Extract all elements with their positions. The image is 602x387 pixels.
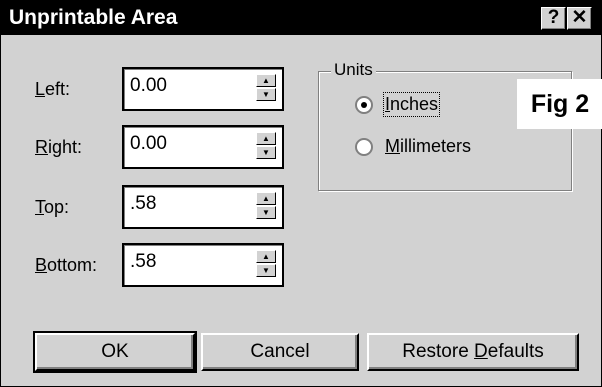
- inches-label[interactable]: Inches: [382, 92, 441, 117]
- left-stepper[interactable]: 0.00 ▲ ▼: [122, 67, 284, 111]
- cancel-button[interactable]: Cancel: [201, 333, 359, 371]
- spin-up-arrow-icon[interactable]: ▲: [256, 192, 276, 205]
- units-legend: Units: [331, 60, 376, 80]
- millimeters-label[interactable]: Millimeters: [385, 136, 471, 157]
- top-label: Top:: [35, 197, 70, 217]
- radio-selected-dot-icon: [361, 102, 367, 108]
- millimeters-radio[interactable]: [355, 138, 373, 156]
- inches-radio[interactable]: [355, 96, 373, 114]
- spin-down-arrow-icon[interactable]: ▼: [256, 88, 276, 101]
- spin-up-arrow-icon[interactable]: ▲: [256, 132, 276, 145]
- top-stepper[interactable]: .58 ▲ ▼: [122, 185, 284, 229]
- spin-up-arrow-icon[interactable]: ▲: [256, 74, 276, 87]
- left-label: Left:: [35, 79, 71, 99]
- right-value[interactable]: 0.00: [130, 133, 167, 155]
- spin-up-arrow-icon[interactable]: ▲: [256, 250, 276, 263]
- top-value[interactable]: .58: [130, 193, 156, 215]
- restore-defaults-button[interactable]: Restore Defaults: [367, 333, 579, 371]
- bottom-value[interactable]: .58: [130, 251, 156, 273]
- window-title: Unprintable Area: [9, 6, 178, 29]
- spin-down-arrow-icon[interactable]: ▼: [256, 264, 276, 277]
- title-bar: Unprintable Area ? ✕: [1, 1, 601, 35]
- unprintable-area-dialog: Unprintable Area ? ✕ Left: 0.00 ▲ ▼ Righ…: [0, 0, 602, 387]
- right-stepper[interactable]: 0.00 ▲ ▼: [122, 125, 284, 169]
- close-button[interactable]: ✕: [567, 7, 592, 30]
- spin-down-arrow-icon[interactable]: ▼: [256, 206, 276, 219]
- bottom-label: Bottom:: [35, 255, 98, 275]
- bottom-stepper[interactable]: .58 ▲ ▼: [122, 243, 284, 287]
- ok-button[interactable]: OK: [33, 331, 197, 373]
- spin-down-arrow-icon[interactable]: ▼: [256, 146, 276, 159]
- right-label: Right:: [35, 137, 83, 157]
- left-value[interactable]: 0.00: [130, 75, 167, 97]
- figure-annotation: Fig 2: [517, 79, 602, 129]
- help-button[interactable]: ?: [541, 7, 566, 30]
